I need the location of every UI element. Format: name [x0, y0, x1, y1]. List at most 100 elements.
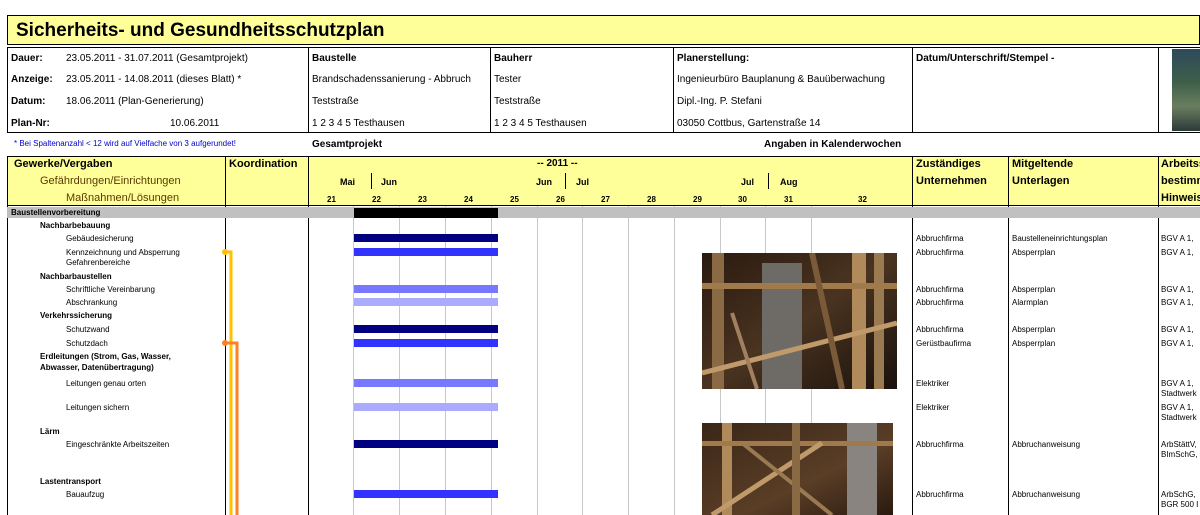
arbeitsschutz-cell: ArbSchG,: [1161, 490, 1196, 499]
header-arbeitsschutz-2: bestimm: [1161, 175, 1200, 187]
group-label: Nachbarbebauung: [40, 221, 111, 230]
dauer-value: 23.05.2011 - 31.07.2011 (Gesamtprojekt): [66, 53, 248, 64]
divider: [912, 47, 913, 133]
baustelle-line3: 1 2 3 4 5 Testhausen: [312, 118, 405, 129]
demolition-photo-2: [702, 423, 893, 515]
header-massnahmen: Maßnahmen/Lösungen: [66, 192, 180, 204]
divider: [308, 47, 309, 133]
kalenderwochen-label: Angaben in Kalenderwochen: [764, 139, 902, 150]
anzeige-label: Anzeige:: [11, 74, 53, 85]
task-label: Gebäudesicherung: [66, 234, 134, 243]
planer-label: Planerstellung:: [677, 53, 750, 64]
page-title: Sicherheits- und Gesundheitsschutzplan: [16, 20, 385, 41]
group-label: Lärm: [40, 427, 60, 436]
month-label: Jul: [741, 177, 755, 187]
month-label: Jun: [381, 177, 398, 187]
arbeitsschutz-cell: BGV A 1,: [1161, 325, 1194, 334]
baustelle-line1: Brandschadenssanierung - Abbruch: [312, 74, 471, 85]
header-unternehmen-1: Zuständiges: [916, 158, 981, 170]
task-label: Schutzwand: [66, 325, 110, 334]
gantt-bar: [354, 298, 498, 306]
task-label: Kennzeichnung und Absperrung: [66, 248, 180, 257]
unternehmen-cell: Abbruchfirma: [916, 440, 964, 449]
header-arbeitsschutz-1: Arbeitss: [1161, 158, 1200, 170]
group-label: Abwasser, Datenübertragung): [40, 363, 154, 372]
divider: [7, 47, 1200, 48]
arbeitsschutz-cell: ArbStättV,: [1161, 440, 1197, 449]
arbeitsschutz-cell: BGV A 1,: [1161, 234, 1194, 243]
unternehmen-cell: Abbruchfirma: [916, 285, 964, 294]
header-unternehmen-2: Unternehmen: [916, 175, 987, 187]
week-label: 27: [601, 195, 610, 204]
task-label: Abschrankung: [66, 298, 118, 307]
task-label: Leitungen genau orten: [66, 379, 147, 388]
arbeitsschutz-cell: BGV A 1,: [1161, 339, 1194, 348]
week-label: 24: [464, 195, 473, 204]
gantt-bar: [354, 440, 498, 448]
unternehmen-cell: Abbruchfirma: [916, 248, 964, 257]
group-label: Verkehrssicherung: [40, 311, 113, 320]
baustelle-label: Baustelle: [312, 53, 357, 64]
planer-line3: 03050 Cottbus, Gartenstraße 14: [677, 118, 821, 129]
bauherr-line1: Tester: [494, 74, 522, 85]
week-label: 22: [372, 195, 381, 204]
header-koordination: Koordination: [229, 158, 298, 170]
gantt-bar: [354, 325, 498, 333]
week-gridline: [628, 206, 629, 515]
month-divider: [565, 173, 566, 189]
signature-label: Datum/Unterschrift/Stempel -: [916, 53, 1055, 64]
group-label: Erdleitungen (Strom, Gas, Wasser,: [40, 352, 171, 361]
koordination-connectors: [222, 249, 239, 515]
task-label: Schriftliche Vereinbarung: [66, 285, 155, 294]
plannr-value: 10.06.2011: [170, 118, 220, 129]
header-unterlagen-1: Mitgeltende: [1012, 158, 1074, 170]
task-label: Schutzdach: [66, 339, 108, 348]
task-label: Bauaufzug: [66, 490, 105, 499]
group-label: Nachbarbaustellen: [40, 272, 112, 281]
week-label: 32: [858, 195, 867, 204]
week-label: 23: [418, 195, 427, 204]
arbeitsschutz-cell: Stadtwerk: [1161, 413, 1197, 422]
planer-line2: Dipl.-Ing. P. Stefani: [677, 96, 762, 107]
week-gridline: [674, 206, 675, 515]
unterlagen-cell: Abbruchanweisung: [1012, 490, 1081, 499]
unterlagen-cell: Absperrplan: [1012, 248, 1056, 257]
week-label: 28: [647, 195, 656, 204]
gantt-bar: [354, 379, 498, 387]
week-label: 31: [784, 195, 793, 204]
arbeitsschutz-cell: BGV A 1,: [1161, 379, 1194, 388]
task-label: Leitungen sichern: [66, 403, 130, 412]
gantt-bar: [354, 234, 498, 242]
arbeitsschutz-cell: BGV A 1,: [1161, 285, 1194, 294]
week-label: 30: [738, 195, 747, 204]
section-row: [7, 207, 1200, 218]
gesamtprojekt-label: Gesamtprojekt: [312, 139, 383, 150]
unterlagen-cell: Alarmplan: [1012, 298, 1049, 307]
divider: [7, 47, 8, 133]
week-label: 21: [327, 195, 336, 204]
divider: [673, 47, 674, 133]
rounding-note: * Bei Spaltenanzahl < 12 wird auf Vielfa…: [14, 139, 237, 148]
month-label: Mai: [340, 177, 356, 187]
week-label: 25: [510, 195, 519, 204]
bauherr-line2: Teststraße: [494, 96, 541, 107]
arbeitsschutz-cell: BGV A 1,: [1161, 403, 1194, 412]
datum-value: 18.06.2011 (Plan-Generierung): [66, 96, 204, 107]
anzeige-value: 23.05.2011 - 14.08.2011 (dieses Blatt) *: [66, 74, 242, 85]
gantt-bar: [354, 490, 498, 498]
plannr-label: Plan-Nr:: [11, 118, 50, 129]
unternehmen-cell: Abbruchfirma: [916, 490, 964, 499]
demolition-photo: [702, 253, 897, 389]
arbeitsschutz-cell: BGV A 1,: [1161, 248, 1194, 257]
unterlagen-cell: Abbruchanweisung: [1012, 440, 1081, 449]
header-year: -- 2011 --: [537, 158, 578, 169]
unterlagen-cell: Absperrplan: [1012, 285, 1056, 294]
arbeitsschutz-cell: BImSchG,: [1161, 450, 1198, 459]
week-label: 29: [693, 195, 702, 204]
gantt-bar: [354, 208, 498, 218]
divider: [1158, 47, 1159, 133]
unternehmen-cell: Abbruchfirma: [916, 234, 964, 243]
unternehmen-cell: Elektriker: [916, 403, 950, 412]
task-label: Gefahrenbereiche: [66, 258, 131, 267]
arbeitsschutz-cell: Stadtwerk: [1161, 389, 1197, 398]
